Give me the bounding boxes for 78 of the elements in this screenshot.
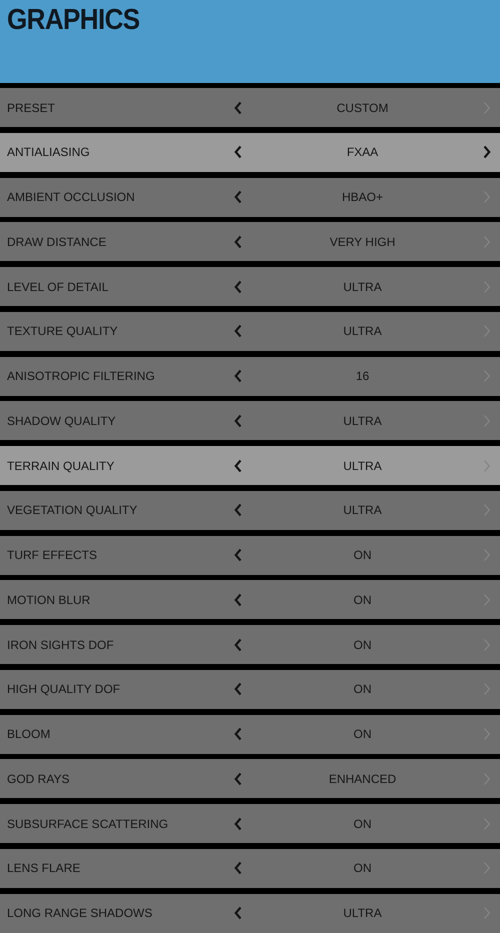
setting-label: AMBIENT OCCLUSION	[6, 189, 136, 206]
setting-row[interactable]: LONG RANGE SHADOWS ULTRA	[0, 894, 500, 932]
setting-value: VERY HIGH	[330, 234, 396, 251]
setting-label: ANISOTROPIC FILTERING	[6, 368, 156, 385]
setting-label: MOTION BLUR	[6, 592, 92, 609]
setting-row[interactable]: PRESET CUSTOM	[0, 88, 500, 127]
setting-value: ULTRA	[343, 278, 382, 296]
setting-label: SHADOW QUALITY	[6, 412, 117, 430]
setting-label: HIGH QUALITY DOF	[6, 681, 122, 698]
setting-row[interactable]: SHADOW QUALITY ULTRA	[0, 401, 500, 440]
previous-arrow-icon[interactable]	[232, 816, 244, 832]
setting-label: GOD RAYS	[6, 770, 70, 788]
previous-arrow-icon[interactable]	[232, 770, 244, 787]
setting-value: ON	[354, 592, 372, 609]
previous-arrow-icon[interactable]	[232, 860, 244, 876]
previous-arrow-icon[interactable]	[232, 189, 244, 205]
previous-arrow-icon[interactable]	[232, 726, 244, 742]
previous-arrow-icon[interactable]	[232, 323, 244, 340]
previous-arrow-icon[interactable]	[232, 458, 244, 474]
setting-label: ANTIALIASING	[6, 144, 91, 162]
setting-value: ULTRA	[343, 502, 382, 520]
setting-label: TERRAIN QUALITY	[6, 458, 116, 474]
setting-label: LEVEL OF DETAIL	[6, 278, 110, 296]
setting-label: VEGETATION QUALITY	[6, 502, 138, 520]
setting-value: ON	[354, 726, 372, 743]
setting-label: TURF EFFECTS	[6, 547, 98, 564]
setting-value: 16	[356, 368, 370, 385]
setting-label: IRON SIGHTS DOF	[6, 636, 115, 654]
setting-label: DRAW DISTANCE	[6, 234, 108, 251]
setting-row[interactable]: TERRAIN QUALITY ULTRA	[0, 446, 500, 485]
setting-value: ON	[354, 816, 372, 832]
previous-arrow-icon[interactable]	[232, 100, 244, 116]
previous-arrow-icon[interactable]	[232, 592, 244, 608]
previous-arrow-icon[interactable]	[232, 368, 244, 384]
previous-arrow-icon[interactable]	[232, 278, 244, 294]
setting-value: ON	[354, 860, 372, 878]
previous-arrow-icon[interactable]	[232, 681, 244, 698]
previous-arrow-icon[interactable]	[232, 636, 244, 652]
setting-row[interactable]: VEGETATION QUALITY ULTRA	[0, 490, 500, 530]
previous-arrow-icon[interactable]	[232, 547, 244, 563]
setting-row[interactable]: DRAW DISTANCE VERY HIGH	[0, 222, 500, 262]
setting-row[interactable]: GOD RAYS ENHANCED	[0, 759, 500, 798]
setting-value: ON	[354, 547, 372, 564]
setting-value: CUSTOM	[336, 100, 388, 116]
setting-value: ENHANCED	[328, 770, 396, 788]
setting-row[interactable]: ANISOTROPIC FILTERING 16	[0, 356, 500, 396]
setting-row[interactable]: TURF EFFECTS ON	[0, 536, 500, 574]
setting-row[interactable]: TEXTURE QUALITY ULTRA	[0, 312, 500, 351]
setting-label: TEXTURE QUALITY	[6, 323, 119, 340]
setting-row[interactable]: LENS FLARE ON	[0, 848, 500, 888]
setting-value: FXAA	[346, 144, 378, 162]
setting-row[interactable]: LEVEL OF DETAIL ULTRA	[0, 267, 500, 306]
setting-value: ULTRA	[343, 905, 382, 922]
setting-label: LENS FLARE	[6, 860, 82, 878]
setting-row[interactable]: IRON SIGHTS DOF ON	[0, 625, 500, 664]
setting-value: ULTRA	[343, 323, 382, 340]
setting-label: SUBSURFACE SCATTERING	[6, 816, 170, 832]
setting-label: BLOOM	[6, 726, 52, 743]
setting-row[interactable]: BLOOM ON	[0, 714, 500, 754]
setting-row[interactable]: SUBSURFACE SCATTERING ON	[0, 804, 500, 843]
setting-label: LONG RANGE SHADOWS	[6, 905, 154, 922]
previous-arrow-icon[interactable]	[232, 502, 244, 518]
previous-arrow-icon[interactable]	[232, 234, 244, 250]
setting-row[interactable]: MOTION BLUR ON	[0, 580, 500, 620]
setting-value: ON	[354, 681, 372, 698]
setting-value: ON	[354, 636, 372, 654]
previous-arrow-icon[interactable]	[232, 412, 244, 429]
setting-value: HBAO+	[342, 189, 383, 206]
setting-value: ULTRA	[343, 412, 382, 430]
page-title: GRAPHICS	[7, 3, 141, 38]
setting-row[interactable]: AMBIENT OCCLUSION HBAO+	[0, 178, 500, 216]
next-arrow-icon[interactable]	[481, 144, 493, 160]
setting-row[interactable]: ANTIALIASING FXAA	[0, 132, 500, 172]
setting-row[interactable]: HIGH QUALITY DOF ON	[0, 670, 500, 709]
setting-label: PRESET	[6, 100, 56, 116]
setting-value: ULTRA	[343, 458, 382, 474]
previous-arrow-icon[interactable]	[232, 905, 244, 921]
previous-arrow-icon[interactable]	[232, 144, 244, 160]
